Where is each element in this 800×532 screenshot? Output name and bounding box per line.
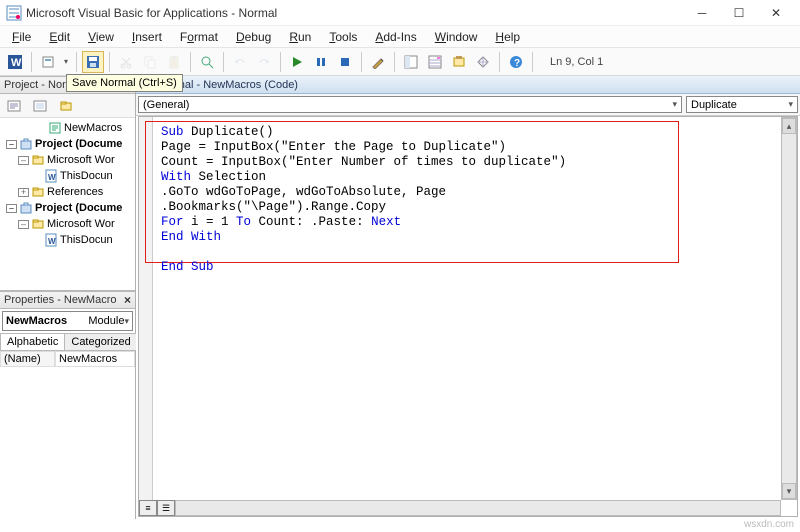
code-window-titlebar[interactable]: Normal - NewMacros (Code): [136, 76, 800, 94]
view-code-button[interactable]: [4, 96, 24, 116]
code-combo-row: (General)▾ Duplicate▾: [136, 94, 800, 116]
properties-window-button[interactable]: [424, 51, 446, 73]
menu-run[interactable]: Run: [281, 28, 319, 46]
svg-text:W: W: [48, 237, 56, 246]
menu-file[interactable]: File: [4, 28, 39, 46]
tab-alphabetic[interactable]: Alphabetic: [0, 333, 65, 350]
project-toolbar: [0, 94, 135, 118]
minimize-button[interactable]: ─: [684, 3, 720, 23]
scroll-up-icon[interactable]: ▴: [782, 118, 796, 134]
menu-format[interactable]: Format: [172, 28, 226, 46]
tree-references[interactable]: +References: [0, 184, 135, 200]
property-name-label: (Name): [0, 351, 55, 367]
procedure-view-button[interactable]: ≡: [139, 500, 157, 516]
vertical-scrollbar[interactable]: ▴ ▾: [781, 117, 797, 500]
code-editor[interactable]: ▴ ▾ Sub Duplicate() Page = InputBox("Ent…: [138, 116, 798, 517]
reset-button[interactable]: [334, 51, 356, 73]
menu-help[interactable]: Help: [487, 28, 528, 46]
tree-project-2[interactable]: –Project (Docume: [0, 200, 135, 216]
help-button[interactable]: ?: [505, 51, 527, 73]
scroll-down-icon[interactable]: ▾: [782, 483, 796, 499]
menu-addins[interactable]: Add-Ins: [367, 28, 424, 46]
properties-object-name: NewMacros: [6, 315, 84, 327]
properties-panel-title: Properties - NewMacro: [4, 294, 116, 306]
tree-thisdocument-1[interactable]: WThisDocun: [0, 168, 135, 184]
menu-tools[interactable]: Tools: [321, 28, 365, 46]
toolbar: W ▾ ? Ln 9, Col 1 Save Normal (Ctrl+S): [0, 48, 800, 76]
properties-panel-close[interactable]: ×: [124, 293, 131, 307]
menu-bar: File Edit View Insert Format Debug Run T…: [0, 26, 800, 48]
tree-thisdocument-2[interactable]: WThisDocun: [0, 232, 135, 248]
object-browser-button[interactable]: [448, 51, 470, 73]
view-object-button[interactable]: [30, 96, 50, 116]
run-button[interactable]: [286, 51, 308, 73]
project-panel-title: Project - Norm: [4, 79, 75, 91]
properties-tabs: Alphabetic Categorized: [0, 333, 135, 351]
tree-folder-word-1[interactable]: –Microsoft Wor: [0, 152, 135, 168]
tab-categorized[interactable]: Categorized: [64, 333, 137, 350]
find-button[interactable]: [196, 51, 218, 73]
insert-item-dropdown[interactable]: ▾: [61, 57, 71, 66]
property-name-value[interactable]: NewMacros: [55, 351, 135, 367]
properties-object-type: Module: [88, 315, 124, 327]
copy-button[interactable]: [139, 51, 161, 73]
window-title: Microsoft Visual Basic for Applications …: [26, 6, 684, 20]
tree-module-newmacros[interactable]: NewMacros: [0, 120, 135, 136]
svg-text:W: W: [11, 57, 22, 69]
properties-object-combo[interactable]: NewMacros Module ▾: [2, 311, 133, 331]
project-explorer-button[interactable]: [400, 51, 422, 73]
properties-panel-header[interactable]: Properties - NewMacro ×: [0, 291, 135, 309]
svg-text:?: ?: [514, 58, 520, 69]
close-button[interactable]: ✕: [758, 3, 794, 23]
window-titlebar: Microsoft Visual Basic for Applications …: [0, 0, 800, 26]
paste-button[interactable]: [163, 51, 185, 73]
workspace: Project - Norm × NewMacros –Project (Doc…: [0, 76, 800, 519]
maximize-button[interactable]: ☐: [721, 3, 757, 23]
left-dock: Project - Norm × NewMacros –Project (Doc…: [0, 76, 136, 519]
menu-insert[interactable]: Insert: [124, 28, 170, 46]
menu-edit[interactable]: Edit: [41, 28, 78, 46]
save-button[interactable]: [82, 51, 104, 73]
menu-window[interactable]: Window: [427, 28, 486, 46]
properties-grid[interactable]: (Name) NewMacros: [0, 351, 135, 519]
app-icon: [6, 5, 22, 21]
menu-debug[interactable]: Debug: [228, 28, 279, 46]
menu-view[interactable]: View: [80, 28, 122, 46]
cut-button[interactable]: [115, 51, 137, 73]
mdi-area: Normal - NewMacros (Code) (General)▾ Dup…: [136, 76, 800, 519]
code-text[interactable]: Sub Duplicate() Page = InputBox("Enter t…: [161, 125, 566, 275]
full-module-view-button[interactable]: ☰: [157, 500, 175, 516]
insert-item-button[interactable]: [37, 51, 59, 73]
project-tree[interactable]: NewMacros –Project (Docume –Microsoft Wo…: [0, 118, 135, 291]
undo-button[interactable]: [229, 51, 251, 73]
tree-project-1[interactable]: –Project (Docume: [0, 136, 135, 152]
view-word-button[interactable]: W: [4, 51, 26, 73]
tree-folder-word-2[interactable]: –Microsoft Wor: [0, 216, 135, 232]
redo-button[interactable]: [253, 51, 275, 73]
break-button[interactable]: [310, 51, 332, 73]
save-tooltip: Save Normal (Ctrl+S): [66, 74, 183, 92]
toggle-folders-button[interactable]: [56, 96, 76, 116]
svg-text:W: W: [48, 173, 56, 182]
horizontal-scrollbar[interactable]: [175, 500, 781, 516]
procedure-combo[interactable]: Duplicate▾: [686, 96, 798, 113]
property-row-name: (Name) NewMacros: [0, 351, 135, 367]
cursor-location: Ln 9, Col 1: [542, 56, 611, 68]
watermark: wsxdn.com: [744, 519, 794, 530]
object-combo[interactable]: (General)▾: [138, 96, 682, 113]
toolbox-button[interactable]: [472, 51, 494, 73]
design-mode-button[interactable]: [367, 51, 389, 73]
